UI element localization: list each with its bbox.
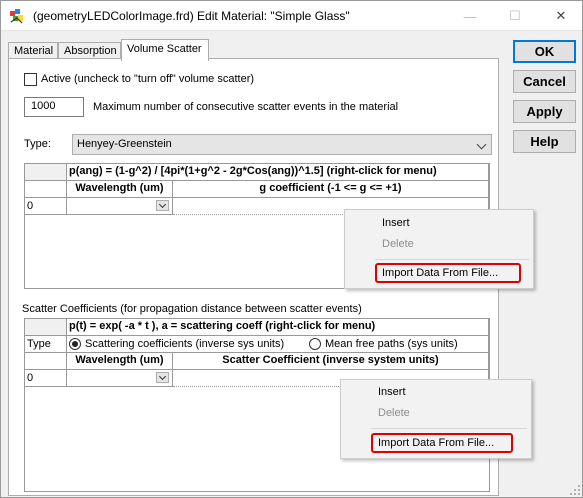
apply-button[interactable]: Apply — [513, 100, 576, 123]
max-events-label: Maximum number of consecutive scatter ev… — [93, 101, 399, 113]
minimize-icon: — — [463, 8, 477, 24]
wavelength-column-header: Wavelength (um) — [67, 181, 173, 198]
close-icon: ✕ — [555, 8, 567, 23]
grid-corner — [25, 319, 67, 336]
type-row-label: Type — [25, 336, 67, 353]
g-formula-header: p(ang) = (1-g^2) / [4pi*(1+g^2 - 2g*Cos(… — [67, 164, 489, 181]
tab-volume-scatter[interactable]: Volume Scatter — [121, 39, 209, 61]
active-label: Active (uncheck to "turn off" volume sca… — [41, 73, 255, 85]
mean-free-paths-label: Mean free paths (sys units) — [325, 338, 458, 350]
menu-separator — [375, 259, 529, 260]
row-index: 0 — [25, 198, 67, 215]
row-index: 0 — [25, 370, 67, 387]
context-menu-scatter-table: Insert Delete Import Data From File... — [340, 379, 532, 459]
app-icon — [10, 9, 23, 24]
menu-item-insert[interactable]: Insert — [346, 214, 532, 235]
scattering-coefficients-radio[interactable] — [69, 338, 81, 350]
wavelength-cell[interactable] — [67, 198, 173, 215]
active-checkbox[interactable] — [24, 73, 37, 86]
resize-grip-icon[interactable] — [569, 484, 581, 496]
scatter-coefficient-column-header: Scatter Coefficient (inverse system unit… — [173, 353, 489, 370]
scatter-coefficients-label: Scatter Coefficients (for propagation di… — [22, 303, 362, 315]
grid-row-header-blank — [25, 181, 67, 198]
type-value: Henyey-Greenstein — [77, 138, 172, 150]
maximize-button[interactable]: ☐ — [495, 3, 535, 29]
minimize-button[interactable]: — — [450, 3, 490, 29]
g-coefficient-column-header: g coefficient (-1 <= g <= +1) — [173, 181, 489, 198]
menu-item-delete: Delete — [382, 238, 414, 250]
wavelength-cell[interactable] — [67, 370, 173, 387]
cancel-button[interactable]: Cancel — [513, 70, 576, 93]
title-bar: (geometryLEDColorImage.frd) Edit Materia… — [1, 1, 582, 31]
menu-item-delete: Delete — [378, 407, 410, 419]
wavelength-dropdown-icon[interactable] — [156, 200, 169, 211]
menu-item-insert[interactable]: Insert — [342, 383, 530, 404]
ok-button[interactable]: OK — [513, 40, 576, 63]
wavelength-column-header: Wavelength (um) — [67, 353, 173, 370]
scatter-type-row: Scattering coefficients (inverse sys uni… — [67, 336, 489, 353]
menu-separator — [371, 428, 527, 429]
close-button[interactable]: ✕ — [541, 3, 581, 29]
max-events-input[interactable]: 1000 — [24, 97, 84, 117]
scattering-coefficients-label: Scattering coefficients (inverse sys uni… — [85, 338, 285, 350]
type-label: Type: — [24, 138, 51, 150]
highlight-box — [375, 263, 521, 283]
scatter-formula-header: p(t) = exp( -a * t ), a = scattering coe… — [67, 319, 489, 336]
grid-corner — [25, 164, 67, 181]
context-menu-g-table: Insert Delete Import Data From File... — [344, 209, 534, 289]
grid-row-header-blank — [25, 353, 67, 370]
maximize-icon: ☐ — [509, 8, 521, 23]
help-button[interactable]: Help — [513, 130, 576, 153]
type-dropdown[interactable]: Henyey-Greenstein — [72, 134, 492, 155]
mean-free-paths-radio[interactable] — [309, 338, 321, 350]
highlight-box — [371, 433, 513, 453]
edit-material-window: (geometryLEDColorImage.frd) Edit Materia… — [0, 0, 583, 498]
window-title: (geometryLEDColorImage.frd) Edit Materia… — [33, 9, 350, 23]
wavelength-dropdown-icon[interactable] — [156, 372, 169, 383]
chevron-down-icon — [476, 139, 487, 150]
